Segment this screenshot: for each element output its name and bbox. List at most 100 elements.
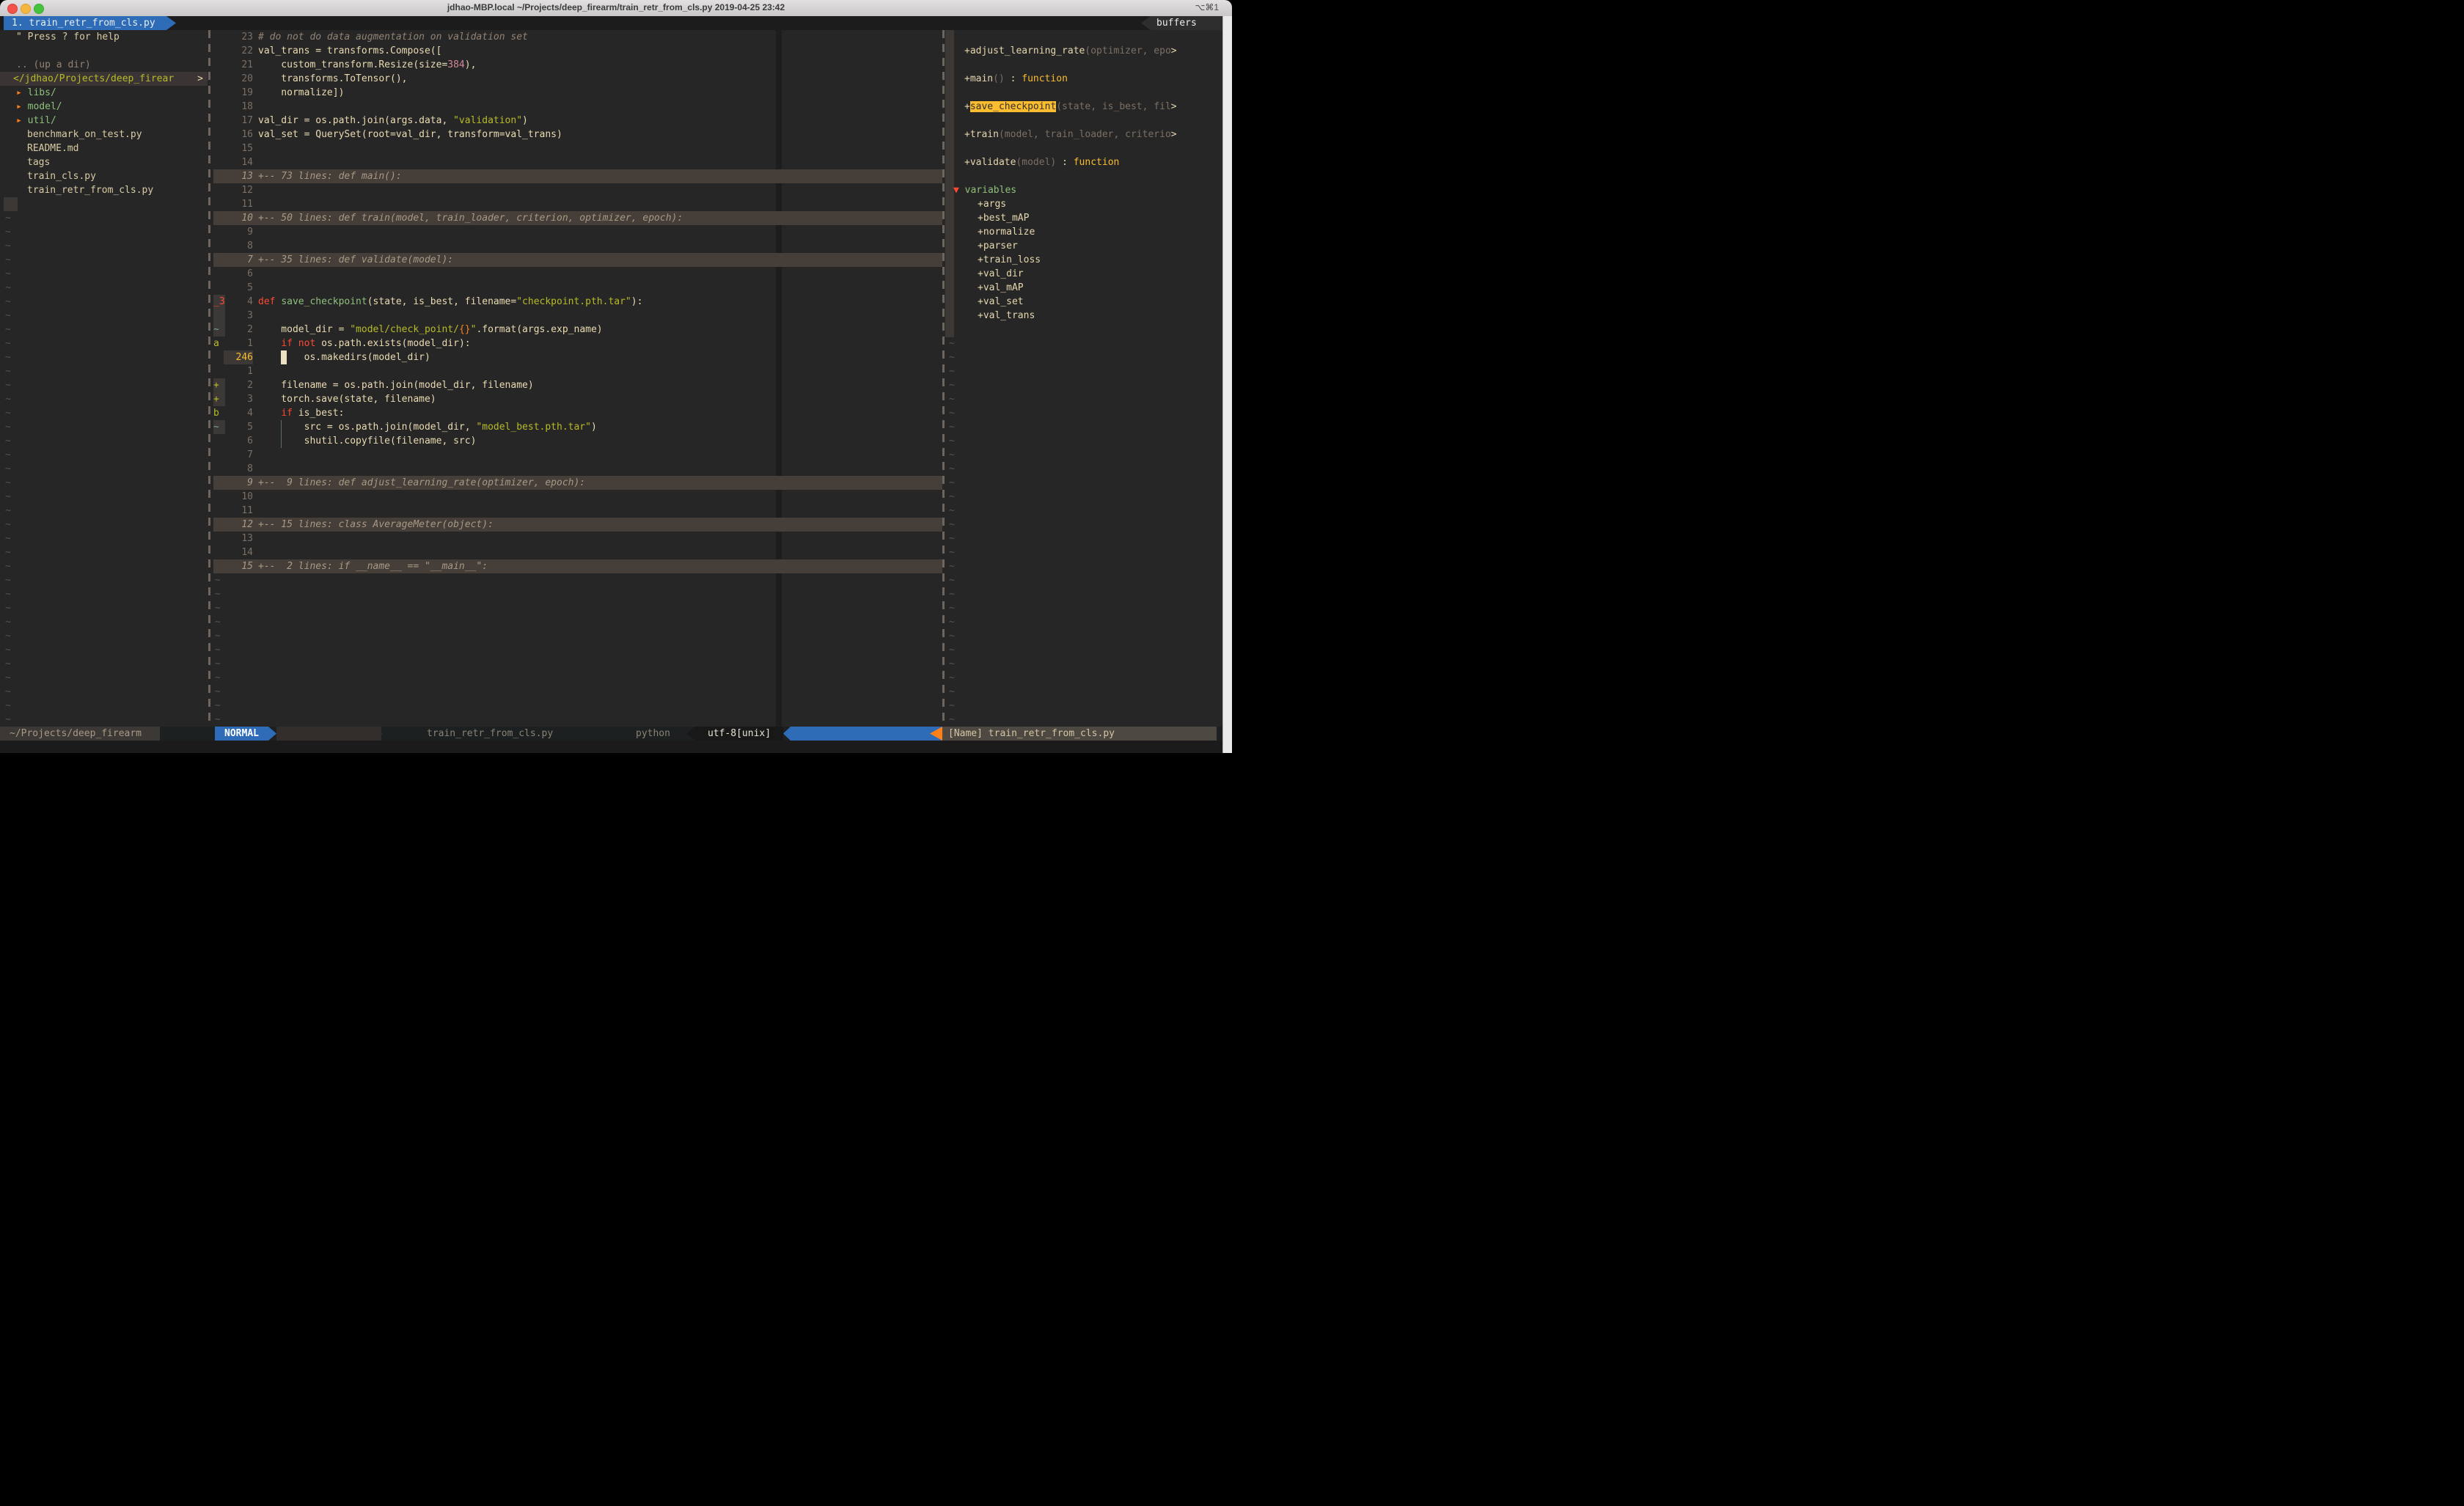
empty-line[interactable]: ~ [215, 573, 942, 587]
tree-updir-item[interactable]: .. (up a dir) [16, 58, 208, 72]
empty-line[interactable]: ~ [949, 378, 1223, 392]
code-editor-pane[interactable]: 23# do not do data augmentation on valid… [213, 30, 942, 727]
empty-line[interactable]: ~ [5, 559, 208, 573]
empty-line[interactable]: ~ [5, 350, 208, 364]
code-line[interactable]: 8 [213, 239, 942, 253]
code-line[interactable]: 20 transforms.ToTensor(), [213, 72, 942, 86]
empty-line[interactable]: ~ [5, 448, 208, 462]
code-line[interactable]: 9 [213, 225, 942, 239]
empty-line[interactable]: ~ [5, 601, 208, 615]
empty-line[interactable]: ~ [5, 504, 208, 518]
empty-line[interactable]: ~ [949, 364, 1223, 378]
code-line[interactable]: 5 [213, 281, 942, 295]
empty-line[interactable]: ~ [215, 643, 942, 657]
tree-help-line[interactable]: " Press ? for help [16, 30, 208, 44]
empty-line[interactable]: ~ [949, 350, 1223, 364]
code-line[interactable]: 8 [213, 462, 942, 476]
code-line[interactable]: +2 filename = os.path.join(model_dir, fi… [213, 378, 942, 392]
tagbar-variable-item[interactable]: +normalize [978, 225, 1223, 239]
tagbar-variable-item[interactable]: +best_mAP [978, 211, 1223, 225]
vim-command-line[interactable] [0, 741, 1223, 753]
window-separator-right[interactable] [942, 30, 945, 727]
empty-line[interactable]: ~ [949, 337, 1223, 350]
empty-line[interactable]: ~ [5, 462, 208, 476]
tagbar-function-item[interactable]: +train(model, train_loader, criterio> [964, 128, 1223, 142]
code-line[interactable]: 15+-- 2 lines: if __name__ == "__main__"… [213, 559, 942, 573]
tagbar-pane[interactable]: +adjust_learning_rate(optimizer, epo>+ma… [948, 30, 1223, 727]
empty-line[interactable]: ~ [5, 309, 208, 323]
tagbar-variable-item[interactable]: +val_dir [978, 267, 1223, 281]
empty-line[interactable]: ~ [215, 587, 942, 601]
empty-line[interactable]: ~ [5, 476, 208, 490]
empty-line[interactable]: ~ [5, 490, 208, 504]
empty-line[interactable]: ~ [949, 476, 1223, 490]
empty-line[interactable]: ~ [5, 546, 208, 559]
empty-line[interactable]: ~ [5, 532, 208, 546]
tree-item-file[interactable]: tags [27, 155, 208, 169]
code-line[interactable]: 15 [213, 142, 942, 155]
tagbar-variable-item[interactable]: +val_trans [978, 309, 1223, 323]
code-line[interactable]: +3 torch.save(state, filename) [213, 392, 942, 406]
code-line[interactable]: 13 [213, 532, 942, 546]
empty-line[interactable]: ~ [949, 713, 1223, 727]
empty-line[interactable]: ~ [5, 420, 208, 434]
code-line[interactable]: 17val_dir = os.path.join(args.data, "val… [213, 114, 942, 128]
empty-line[interactable]: ~ [949, 532, 1223, 546]
terminal-scrollbar[interactable] [1222, 16, 1232, 753]
code-line[interactable]: ~5 src = os.path.join(model_dir, "model_… [213, 420, 942, 434]
empty-line[interactable]: ~ [215, 657, 942, 671]
tree-item-file[interactable]: train_cls.py [27, 169, 208, 183]
empty-line[interactable]: ~ [5, 657, 208, 671]
code-line[interactable]: 6 [213, 267, 942, 281]
empty-line[interactable]: ~ [949, 490, 1223, 504]
tab-train-retr-from-cls[interactable]: 1. train_retr_from_cls.py [4, 16, 176, 30]
empty-line[interactable]: ~ [949, 615, 1223, 629]
empty-line[interactable]: ~ [5, 713, 208, 727]
empty-line[interactable]: ~ [949, 504, 1223, 518]
tree-item-dir[interactable]: ▸ model/ [16, 100, 208, 114]
tree-item-file[interactable]: benchmark_on_test.py [27, 128, 208, 142]
tree-cursor-cell[interactable] [0, 197, 208, 211]
empty-line[interactable]: ~ [949, 573, 1223, 587]
empty-line[interactable]: ~ [5, 643, 208, 657]
empty-line[interactable]: ~ [5, 225, 208, 239]
empty-line[interactable]: ~ [5, 267, 208, 281]
empty-line[interactable]: ~ [949, 643, 1223, 657]
empty-line[interactable]: ~ [215, 601, 942, 615]
empty-line[interactable]: ~ [949, 420, 1223, 434]
code-line[interactable]: 23# do not do data augmentation on valid… [213, 30, 942, 44]
tree-item-dir[interactable]: ▸ util/ [16, 114, 208, 128]
empty-line[interactable]: ~ [5, 392, 208, 406]
empty-line[interactable]: ~ [949, 434, 1223, 448]
tagbar-function-item[interactable]: +adjust_learning_rate(optimizer, epo> [964, 44, 1223, 58]
empty-line[interactable]: ~ [215, 629, 942, 643]
code-line[interactable]: 16val_set = QuerySet(root=val_dir, trans… [213, 128, 942, 142]
empty-line[interactable]: ~ [5, 573, 208, 587]
empty-line[interactable]: ~ [5, 518, 208, 532]
macos-titlebar[interactable]: jdhao-MBP.local ~/Projects/deep_firearm/… [0, 0, 1232, 17]
empty-line[interactable]: ~ [5, 685, 208, 699]
code-line[interactable]: 21 custom_transform.Resize(size=384), [213, 58, 942, 72]
code-line[interactable]: 246 os.makedirs(model_dir) [213, 350, 942, 364]
empty-line[interactable]: ~ [5, 629, 208, 643]
code-line[interactable]: 13+-- 73 lines: def main(): [213, 169, 942, 183]
empty-line[interactable]: ~ [5, 378, 208, 392]
empty-line[interactable]: ~ [5, 615, 208, 629]
code-line[interactable]: 18 [213, 100, 942, 114]
empty-line[interactable]: ~ [5, 699, 208, 713]
tree-item-dir[interactable]: ▸ libs/ [16, 86, 208, 100]
empty-line[interactable]: ~ [5, 253, 208, 267]
tagbar-function-item[interactable]: +validate(model) : function [964, 155, 1223, 169]
code-line[interactable]: 6 shutil.copyfile(filename, src) [213, 434, 942, 448]
code-line[interactable]: 9+-- 9 lines: def adjust_learning_rate(o… [213, 476, 942, 490]
code-line[interactable]: 19 normalize]) [213, 86, 942, 100]
empty-line[interactable]: ~ [5, 211, 208, 225]
empty-line[interactable]: ~ [215, 671, 942, 685]
tagbar-function-item[interactable]: +save_checkpoint(state, is_best, fil> [964, 100, 1223, 114]
empty-line[interactable]: ~ [949, 406, 1223, 420]
empty-line[interactable]: ~ [949, 587, 1223, 601]
empty-line[interactable]: ~ [5, 434, 208, 448]
empty-line[interactable]: ~ [5, 281, 208, 295]
empty-line[interactable]: ~ [5, 337, 208, 350]
tagbar-variable-item[interactable]: +args [978, 197, 1223, 211]
